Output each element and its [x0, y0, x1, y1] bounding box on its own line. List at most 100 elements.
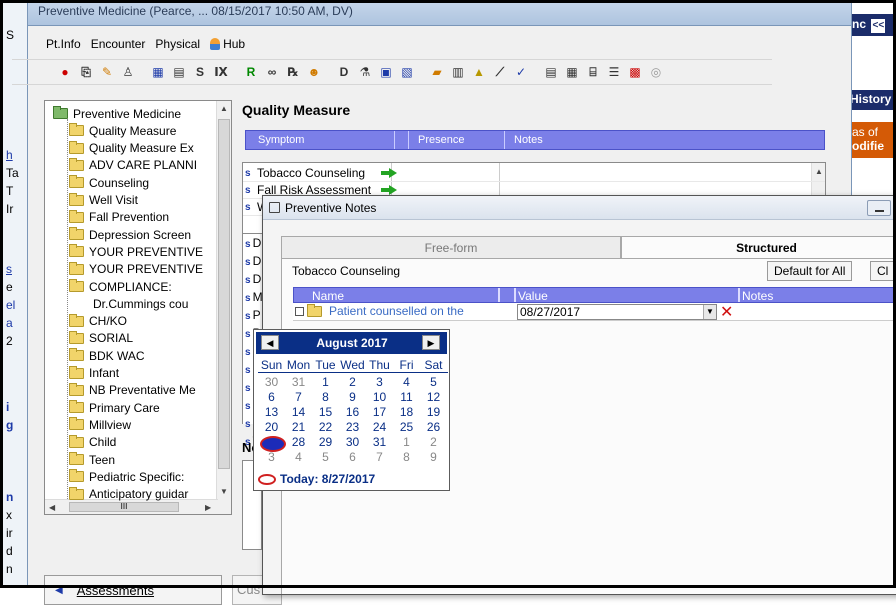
tab-structured[interactable]: Structured [621, 236, 896, 260]
warning-icon[interactable]: ▲ [470, 63, 488, 81]
tree-item[interactable]: Infant [69, 365, 119, 382]
calendar-day[interactable]: 19 [420, 405, 447, 420]
tree-item[interactable]: Primary Care [69, 399, 160, 416]
today-button[interactable]: Today: 8/27/2017 [258, 472, 375, 486]
lab-icon[interactable]: ⚗ [356, 63, 374, 81]
calendar-day[interactable]: 13 [258, 405, 285, 420]
tree-item[interactable]: NB Preventative Me [69, 382, 196, 399]
calendar-day[interactable]: 26 [420, 420, 447, 435]
calendar-day[interactable]: 18 [393, 405, 420, 420]
tree-item[interactable]: Teen [69, 451, 115, 468]
rx-icon[interactable]: ℞ [284, 63, 302, 81]
calendar-day[interactable]: 16 [339, 405, 366, 420]
disabled-icon[interactable]: ◎ [647, 63, 665, 81]
copy-icon[interactable]: ⎘ [77, 63, 95, 81]
calendar-day[interactable]: 29 [312, 435, 339, 450]
tree-item[interactable]: Depression Screen [69, 226, 191, 243]
list-icon[interactable]: ☰ [605, 63, 623, 81]
calendar-day[interactable]: 8 [393, 450, 420, 465]
calendar-day-selected[interactable] [258, 435, 286, 452]
template-icon[interactable]: ▤ [170, 63, 188, 81]
calendar-day[interactable]: 30 [339, 435, 366, 450]
row-name[interactable]: Patient counselled on the [329, 304, 507, 318]
tree-item[interactable]: Millview [69, 416, 131, 433]
go-arrow-icon[interactable] [381, 168, 397, 178]
glasses-icon[interactable]: ∞ [263, 63, 281, 81]
tree-item[interactable]: Anticipatory guidar [69, 486, 188, 503]
calendar-day[interactable]: 5 [420, 375, 447, 390]
tree-item[interactable]: Pediatric Specific: [69, 468, 184, 485]
calendar-day[interactable]: 21 [285, 420, 312, 435]
tree-item[interactable]: CH/KO [69, 313, 127, 330]
calendar-day[interactable]: 11 [393, 390, 420, 405]
calendar-day[interactable]: 30 [258, 375, 285, 390]
menu-hub[interactable]: Hub [208, 36, 247, 52]
menu-pt-info[interactable]: Pt.Info [44, 36, 83, 52]
tree-item[interactable]: Fall Prevention [69, 209, 169, 226]
check-icon[interactable]: ✓ [512, 63, 530, 81]
alert-icon[interactable]: ● [56, 63, 74, 81]
tree-scroll-thumb[interactable] [218, 119, 230, 469]
tab-free-form[interactable]: Free-form [281, 236, 621, 260]
calendar-day[interactable]: 1 [312, 375, 339, 390]
next-month-icon[interactable]: ▶ [422, 335, 440, 350]
calendar-day[interactable]: 28 [285, 435, 312, 450]
scroll-down-icon[interactable]: ▼ [220, 487, 228, 496]
default-for-all-button[interactable]: Default for All [767, 261, 853, 281]
scroll-left-icon[interactable]: ◀ [49, 503, 55, 512]
calendar-day[interactable]: 9 [339, 390, 366, 405]
calendar-day[interactable]: 15 [312, 405, 339, 420]
quality-measure-row[interactable]: s Tobacco Counseling [243, 165, 825, 182]
calendar-day[interactable]: 17 [366, 405, 393, 420]
tree-item[interactable]: Quality Measure Ex [69, 140, 194, 157]
structured-row[interactable]: Patient counselled on the 08/27/2017 ▼ ✕ [293, 303, 896, 321]
calendar-day[interactable]: 31 [285, 375, 312, 390]
grid-icon[interactable]: ▦ [149, 63, 167, 81]
calendar-day[interactable]: 9 [420, 450, 447, 465]
tree-item[interactable]: Child [69, 434, 116, 451]
tree-hscroll-thumb[interactable]: III [69, 502, 179, 512]
ix-icon[interactable]: Ⅸ [212, 63, 230, 81]
chevron-down-icon[interactable]: ▼ [703, 305, 716, 319]
tree-item[interactable]: Quality Measure [69, 122, 176, 139]
calendar-day[interactable]: 3 [366, 375, 393, 390]
calendar-day[interactable]: 31 [366, 435, 393, 450]
calendar-day[interactable]: 8 [312, 390, 339, 405]
symptom-stub-row[interactable]: sP [243, 306, 261, 324]
tree-item[interactable]: BDK WAC [69, 347, 145, 364]
calendar-day[interactable]: 3 [258, 450, 285, 465]
calendar-day[interactable]: 24 [366, 420, 393, 435]
r-icon[interactable]: R [242, 63, 260, 81]
menu-physical[interactable]: Physical [153, 36, 202, 52]
dx-icon[interactable]: D [335, 63, 353, 81]
tree-item[interactable]: YOUR PREVENTIVE [69, 243, 203, 260]
syringe-icon[interactable]: ⟋ [491, 63, 509, 81]
prev-month-icon[interactable]: ◀ [261, 335, 279, 350]
symptom-stub-row[interactable]: sD [243, 270, 261, 288]
clipboard-icon[interactable]: ▥ [449, 63, 467, 81]
calendar-day[interactable]: 22 [312, 420, 339, 435]
calendar-day[interactable]: 2 [420, 435, 447, 450]
calendar-day[interactable]: 20 [258, 420, 285, 435]
tree-item[interactable]: Preventive Medicine [53, 105, 181, 122]
person-icon[interactable]: ♙ [119, 63, 137, 81]
calendar-icon[interactable]: ▣ [377, 63, 395, 81]
calendar-day[interactable]: 2 [339, 375, 366, 390]
calendar-day[interactable]: 7 [285, 390, 312, 405]
calendar-day[interactable]: 5 [312, 450, 339, 465]
tree-item[interactable]: Dr.Cummings cou [93, 295, 188, 312]
assessments-button[interactable]: ◀ Assessments [44, 575, 222, 605]
calendar-day[interactable]: 25 [393, 420, 420, 435]
doc-icon[interactable]: ▤ [542, 63, 560, 81]
symptom-stub-row[interactable]: sD [243, 234, 261, 252]
calendar-day[interactable]: 12 [420, 390, 447, 405]
scroll-up-icon[interactable]: ▲ [220, 104, 228, 113]
preventive-tree[interactable]: ▲ ▼ ◀ III ▶ Preventive Medicine Quality M… [44, 100, 232, 515]
calendar-day[interactable]: 23 [339, 420, 366, 435]
tree-item[interactable]: Counseling [69, 174, 149, 191]
go-arrow-icon[interactable] [381, 185, 397, 195]
record-icon[interactable]: ▩ [626, 63, 644, 81]
scan-icon[interactable]: ▧ [398, 63, 416, 81]
tree-item[interactable]: ADV CARE PLANNI [69, 157, 197, 174]
calendar-day[interactable]: 1 [393, 435, 420, 450]
